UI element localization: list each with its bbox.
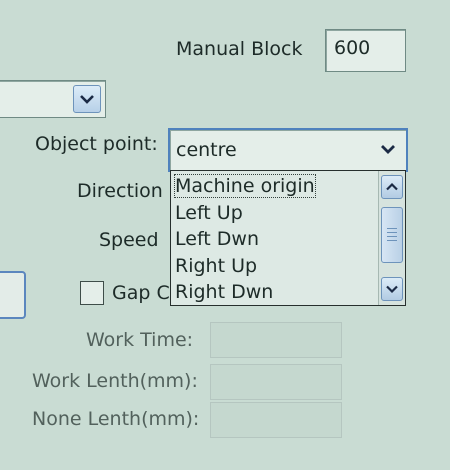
work-time-label: Work Time: [86, 329, 194, 351]
object-point-dropdown-button[interactable] [376, 137, 400, 161]
option-right-dwn[interactable]: Right Dwn [175, 281, 273, 303]
manual-block-value: 600 [334, 37, 371, 59]
option-left-up[interactable]: Left Up [175, 202, 243, 224]
scroll-thumb[interactable] [381, 207, 403, 263]
chevron-up-icon [386, 182, 398, 191]
chevron-down-icon [386, 285, 398, 294]
manual-block-label: Manual Block [176, 38, 303, 60]
none-length-label: None Lenth(mm): [32, 408, 200, 430]
gap-checkbox[interactable] [80, 281, 104, 305]
direction-label: Direction [77, 180, 163, 202]
work-length-field [210, 364, 342, 400]
side-button[interactable] [0, 271, 26, 319]
work-time-field [210, 322, 342, 358]
chevron-down-icon [80, 95, 94, 104]
option-machine-origin[interactable]: Machine origin [174, 174, 316, 198]
gap-label: Gap C [112, 282, 170, 304]
work-length-label: Work Lenth(mm): [32, 370, 198, 392]
left-dropdown-button[interactable] [73, 85, 101, 113]
option-left-dwn[interactable]: Left Dwn [175, 228, 259, 250]
left-dropdown[interactable] [0, 80, 106, 118]
options-scrollbar[interactable] [378, 171, 405, 305]
option-right-up[interactable]: Right Up [175, 255, 257, 277]
object-point-options-list[interactable]: Machine origin Left Up Left Dwn Right Up… [170, 170, 406, 306]
manual-block-input[interactable]: 600 [325, 29, 406, 72]
object-point-value: centre [176, 139, 237, 161]
none-length-field [210, 402, 342, 438]
scroll-up-button[interactable] [381, 175, 403, 199]
scroll-down-button[interactable] [381, 277, 403, 301]
speed-label: Speed [99, 229, 159, 251]
object-point-label: Object point: [35, 133, 158, 155]
chevron-down-icon [381, 145, 395, 154]
object-point-select[interactable]: centre [168, 128, 408, 172]
